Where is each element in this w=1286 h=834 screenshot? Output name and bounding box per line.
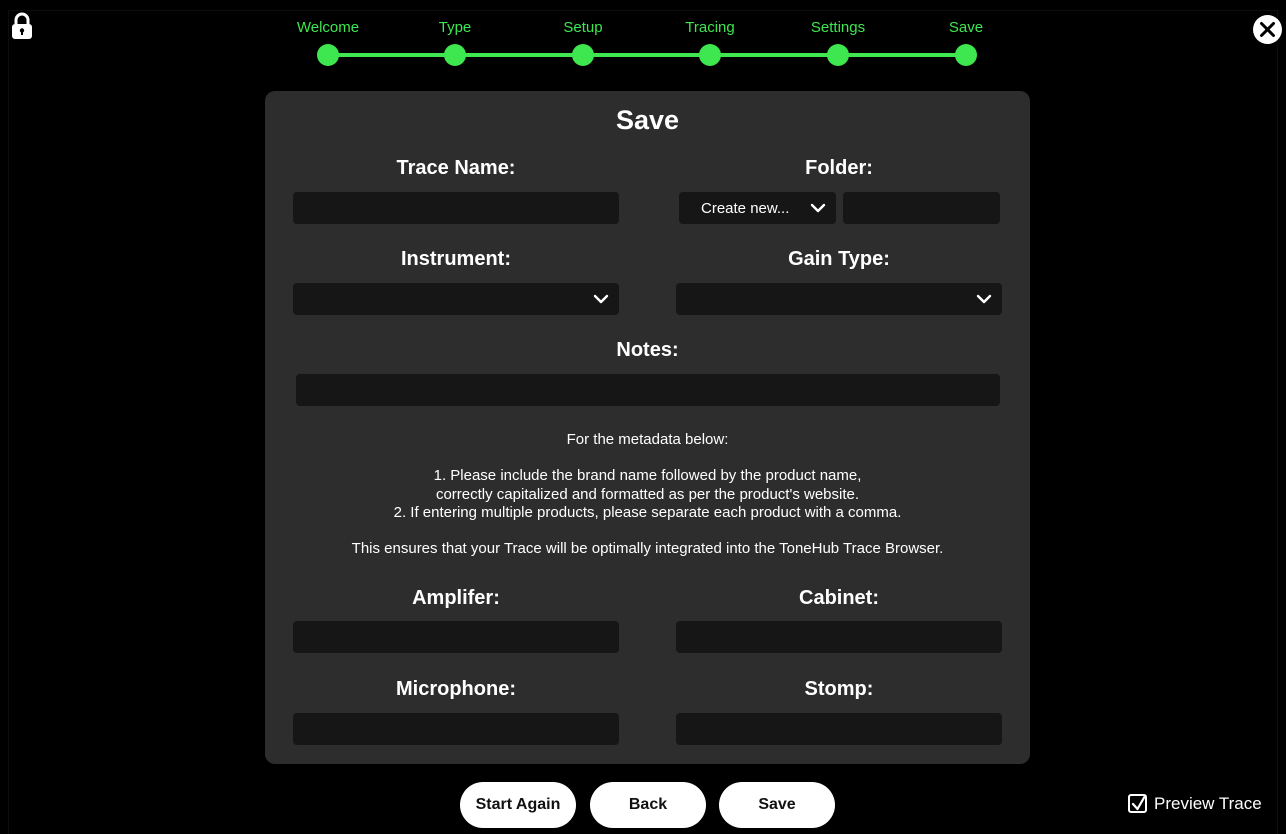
trace-name-label: Trace Name: (396, 157, 516, 179)
step-dot (317, 44, 339, 66)
back-button[interactable]: Back (590, 782, 706, 828)
panel-title: Save (615, 105, 680, 135)
stomp-input[interactable] (676, 713, 1002, 745)
chevron-down-icon (976, 294, 992, 304)
gain-type-select[interactable] (676, 283, 1002, 315)
folder-select-value: Create new... (701, 200, 790, 217)
cabinet-input[interactable] (676, 621, 1002, 653)
instrument-select[interactable] (293, 283, 619, 315)
notes-label: Notes: (616, 339, 679, 361)
metadata-intro: For the metadata below: (566, 431, 729, 448)
step-label: Type (438, 19, 472, 36)
step-dot (572, 44, 594, 66)
save-button[interactable]: Save (719, 782, 835, 828)
stomp-label: Stomp: (804, 678, 874, 700)
step-label: Settings (810, 19, 866, 36)
chevron-down-icon (593, 294, 609, 304)
amplifier-label: Amplifer: (412, 587, 500, 609)
chevron-down-icon (810, 203, 826, 213)
start-again-button[interactable]: Start Again (460, 782, 576, 828)
stepper-track (328, 53, 966, 57)
step-dot (827, 44, 849, 66)
save-panel: Save Trace Name: Folder: Create new... I… (265, 91, 1030, 764)
step-label: Tracing (685, 19, 735, 36)
metadata-rule-1-cont: correctly capitalized and formatted as p… (435, 485, 860, 503)
step-label: Save (948, 19, 984, 36)
progress-stepper: Welcome Type Setup Tracing Settings Save (0, 0, 1286, 70)
metadata-rule-1: 1. Please include the brand name followe… (433, 467, 862, 484)
step-label: Welcome (296, 19, 360, 36)
gain-type-label: Gain Type: (788, 248, 890, 270)
microphone-input[interactable] (293, 713, 619, 745)
amplifier-input[interactable] (293, 621, 619, 653)
step-dot (955, 44, 977, 66)
preview-trace-label: Preview Trace (1154, 794, 1262, 813)
preview-trace-checkbox[interactable] (1128, 794, 1147, 813)
folder-select[interactable]: Create new... (679, 192, 836, 224)
microphone-label: Microphone: (396, 678, 516, 700)
metadata-rule-2: 2. If entering multiple products, please… (393, 504, 902, 521)
step-dot (444, 44, 466, 66)
checkmark-icon (1131, 794, 1147, 811)
metadata-outro: This ensures that your Trace will be opt… (351, 540, 944, 557)
trace-name-input[interactable] (293, 192, 619, 224)
step-label: Setup (563, 19, 603, 36)
instrument-label: Instrument: (401, 248, 511, 270)
folder-label: Folder: (805, 157, 873, 179)
notes-input[interactable] (296, 374, 1000, 406)
new-folder-name-input[interactable] (843, 192, 1000, 224)
step-dot (699, 44, 721, 66)
cabinet-label: Cabinet: (799, 587, 879, 609)
